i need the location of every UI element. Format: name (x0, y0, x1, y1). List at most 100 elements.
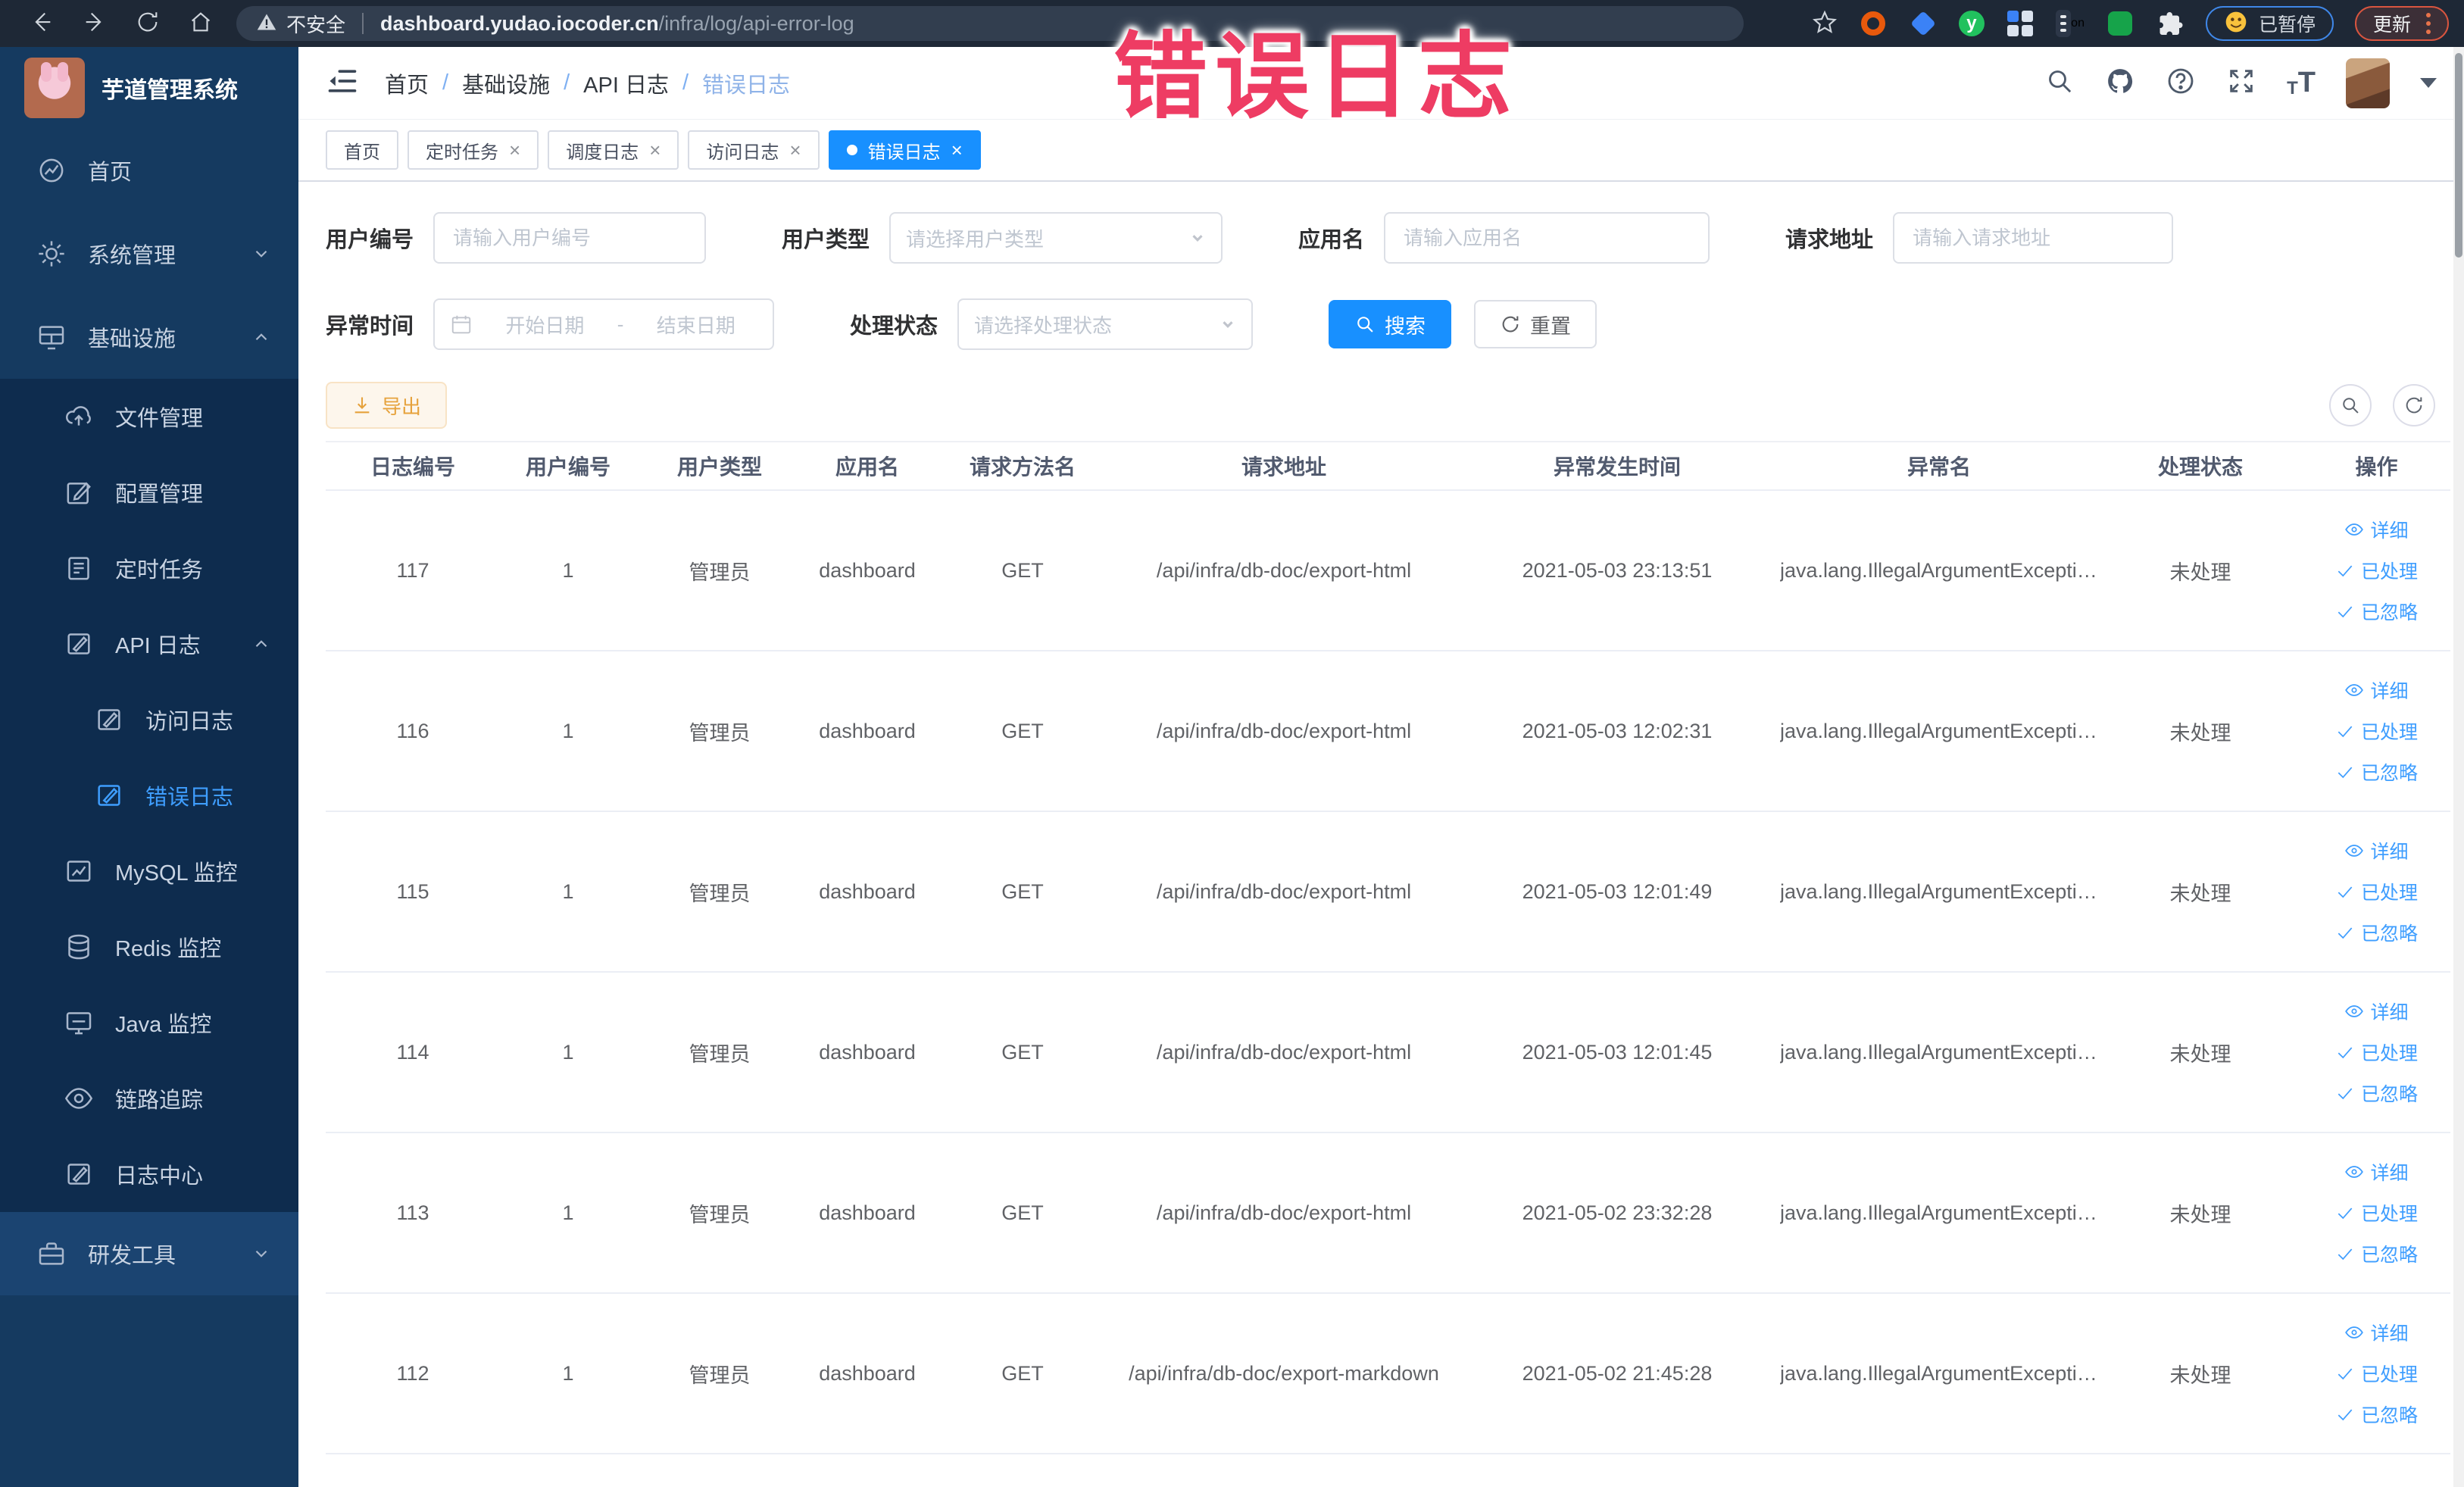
action-processed-link[interactable]: 已处理 (2335, 1360, 2418, 1387)
request-url-input[interactable] (1893, 212, 2174, 264)
sidebar-item-devtools[interactable]: 研发工具 (0, 1212, 298, 1295)
action-ignored-link[interactable]: 已忽略 (2335, 919, 2418, 946)
update-button[interactable]: 更新 (2354, 6, 2449, 41)
tag-job[interactable]: 定时任务 × (408, 130, 539, 170)
help-icon[interactable] (2166, 66, 2196, 100)
search-button[interactable]: 搜索 (1329, 300, 1452, 348)
doc-edit-icon (94, 704, 124, 735)
process-status-cell: 未处理 (2169, 721, 2231, 745)
export-button[interactable]: 导出 (326, 382, 448, 429)
fullscreen-icon[interactable] (2226, 66, 2256, 100)
table-row: 116 1 管理员 dashboard GET/api/infra/db-doc/exp… (326, 651, 2450, 812)
sidebar-collapse-icon[interactable] (326, 64, 359, 102)
error-time-cell: 2021-05-03 23:13:51 (1522, 558, 1713, 582)
github-icon[interactable] (2105, 66, 2135, 100)
breadcrumb-home[interactable]: 首页 (385, 67, 429, 99)
sidebar-item-api-log[interactable]: API 日志 (0, 606, 298, 682)
breadcrumb-infra[interactable]: 基础设施 (462, 67, 550, 99)
action-detail-link[interactable]: 详细 (2344, 837, 2409, 864)
action-ignored-link[interactable]: 已忽略 (2335, 598, 2418, 625)
breadcrumb: 首页 / 基础设施 / API 日志 / 错误日志 (385, 67, 790, 99)
header-search-icon[interactable] (2044, 66, 2075, 100)
action-detail-link[interactable]: 详细 (2344, 998, 2409, 1025)
action-detail-link[interactable]: 详细 (2344, 1319, 2409, 1346)
extension-orange-icon[interactable] (1859, 9, 1888, 38)
close-icon[interactable]: × (951, 139, 963, 162)
bookmark-star-icon[interactable] (1812, 9, 1838, 39)
sidebar-item-home[interactable]: 首页 (0, 129, 298, 212)
scrollbar-thumb[interactable] (2455, 53, 2462, 258)
export-button-label: 导出 (382, 395, 422, 418)
close-icon[interactable]: × (789, 139, 801, 162)
tag-label: 首页 (344, 142, 380, 163)
forward-icon[interactable] (82, 9, 108, 39)
tag-home[interactable]: 首页 (326, 130, 398, 170)
reset-button[interactable]: 重置 (1474, 300, 1597, 348)
user-type-select[interactable]: 请选择用户类型 (889, 212, 1223, 264)
sidebar-item-log-center[interactable]: 日志中心 (0, 1136, 298, 1212)
action-processed-link[interactable]: 已处理 (2335, 1199, 2418, 1226)
tag-error-log[interactable]: 错误日志 × (828, 130, 981, 170)
process-status-cell: 未处理 (2169, 1364, 2231, 1387)
sidebar-item-label: 基础设施 (88, 327, 176, 351)
col-header-app-name: 应用名 (835, 455, 899, 479)
back-icon[interactable] (29, 9, 55, 39)
sidebar-item-label: 文件管理 (115, 407, 204, 431)
user-id-cell: 1 (562, 719, 574, 742)
extension-green-square-icon[interactable] (2106, 9, 2135, 38)
sidebar-item-infrastructure[interactable]: 基础设施 (0, 295, 298, 379)
sidebar-item-java-monitor[interactable]: Java 监控 (0, 985, 298, 1061)
tag-access-log[interactable]: 访问日志 × (688, 130, 820, 170)
page-scrollbar[interactable] (2453, 47, 2464, 1487)
sidebar-item-system[interactable]: 系统管理 (0, 212, 298, 295)
tag-job-log[interactable]: 调度日志 × (548, 130, 679, 170)
app-name-cell: dashboard (819, 558, 916, 582)
download-icon (354, 397, 370, 414)
action-processed-link[interactable]: 已处理 (2335, 1039, 2418, 1066)
col-header-process-status: 处理状态 (2157, 455, 2243, 479)
action-ignored-link[interactable]: 已忽略 (2335, 1401, 2418, 1428)
home-icon[interactable] (188, 9, 214, 39)
sidebar-item-file-management[interactable]: 文件管理 (0, 379, 298, 455)
toggle-search-button[interactable] (2329, 384, 2372, 426)
extensions-puzzle-icon[interactable] (2156, 9, 2184, 38)
process-status-select[interactable]: 请选择处理状态 (957, 298, 1254, 350)
extension-green-y-icon[interactable]: y (1958, 11, 1985, 36)
browser-menu-kebab-icon[interactable] (2426, 13, 2431, 34)
sidebar-item-mysql-monitor[interactable]: MySQL 监控 (0, 833, 298, 909)
app-name-input[interactable] (1384, 212, 1710, 264)
extension-grid-icon[interactable] (2006, 9, 2035, 38)
sidebar-item-config-management[interactable]: 配置管理 (0, 455, 298, 530)
profile-paused-pill[interactable]: 已暂停 (2205, 6, 2334, 41)
refresh-table-button[interactable] (2393, 384, 2435, 426)
tag-label: 调度日志 (566, 142, 639, 163)
close-icon[interactable]: × (509, 139, 520, 162)
sidebar-item-trace[interactable]: 链路追踪 (0, 1061, 298, 1136)
action-ignored-link[interactable]: 已忽略 (2335, 1240, 2418, 1267)
action-ignored-link[interactable]: 已忽略 (2335, 1079, 2418, 1107)
exception-time-range-picker[interactable]: 开始日期 - 结束日期 (433, 298, 775, 350)
sidebar-item-access-log[interactable]: 访问日志 (0, 682, 298, 758)
action-ignored-link[interactable]: 已忽略 (2335, 758, 2418, 786)
action-processed-link[interactable]: 已处理 (2335, 878, 2418, 905)
sidebar-item-scheduled-jobs[interactable]: 定时任务 (0, 530, 298, 606)
action-processed-link[interactable]: 已处理 (2335, 557, 2418, 584)
user-avatar[interactable] (2346, 58, 2390, 108)
font-size-icon[interactable]: TT (2287, 67, 2316, 99)
reload-icon[interactable] (135, 9, 161, 39)
sidebar-item-error-log[interactable]: 错误日志 (0, 758, 298, 833)
sidebar-item-redis-monitor[interactable]: Redis 监控 (0, 909, 298, 985)
close-icon[interactable]: × (649, 139, 661, 162)
user-type-cell: 管理员 (689, 1042, 751, 1066)
breadcrumb-api-log[interactable]: API 日志 (583, 67, 669, 99)
user-id-input[interactable] (433, 212, 707, 264)
address-bar[interactable]: 不安全 dashboard.yudao.iocoder.cn /infra/lo… (236, 6, 1744, 41)
extension-blue-icon[interactable] (1909, 9, 1938, 38)
app-logo-row[interactable]: 芋道管理系统 (0, 47, 298, 129)
user-menu-caret-icon[interactable] (2420, 78, 2437, 88)
action-detail-link[interactable]: 详细 (2344, 676, 2409, 704)
action-detail-link[interactable]: 详细 (2344, 516, 2409, 543)
action-processed-link[interactable]: 已处理 (2335, 717, 2418, 745)
extension-on-badge-icon[interactable]: on (2055, 9, 2085, 38)
action-detail-link[interactable]: 详细 (2344, 1158, 2409, 1186)
